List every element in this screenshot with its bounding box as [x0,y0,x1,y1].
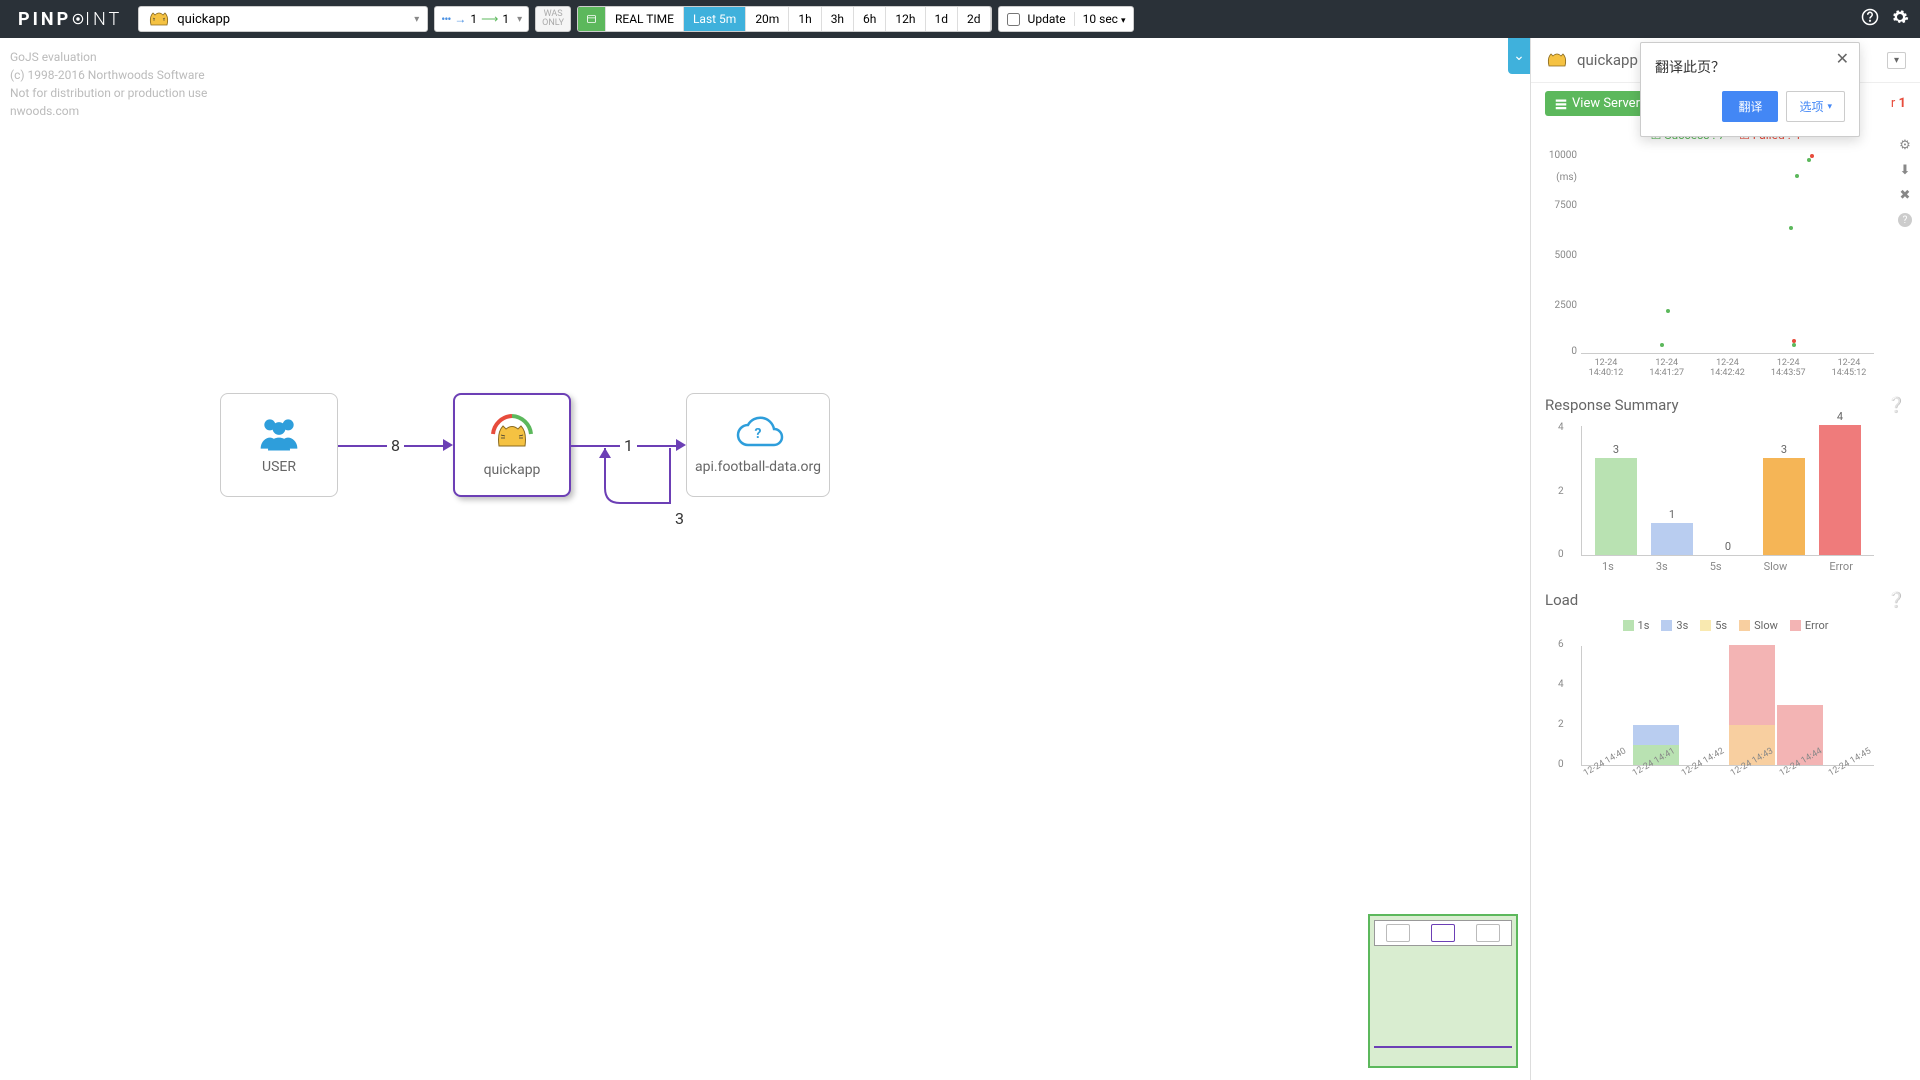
app-selector[interactable]: quickapp [138,6,428,32]
edge-self-loop: 3 [575,448,695,538]
settings-icon[interactable]: ⚙ [1899,138,1911,153]
expand-icon[interactable]: ✖ [1900,188,1911,203]
sidebar-collapse-toggle[interactable]: ⌄ [1508,38,1530,74]
dots-icon: ••• [441,12,450,26]
load-stacked-chart[interactable]: 0 2 4 6 [1581,646,1874,766]
top-header: PINPINT quickapp ••• → 1 ⟶ 1 ▾ WASONLY R… [0,0,1920,38]
filter-in-value: 1 [470,12,477,26]
bar-5s: 0 [1707,540,1749,555]
topology-diagram: USER 8 quickapp 1 ? api. [220,393,830,497]
node-external-api[interactable]: ? api.football-data.org [686,393,830,497]
server-map-canvas[interactable]: GoJS evaluation(c) 1998-2016 Northwoods … [0,38,1530,1080]
update-label: Update [1028,12,1066,26]
legend-error[interactable]: Error [1790,619,1829,632]
response-scatter-chart[interactable]: 10000 (ms) 7500 5000 2500 0 [1581,154,1874,354]
tomcat-app-icon [487,412,537,456]
gear-icon[interactable] [1888,8,1912,31]
close-icon[interactable]: ✕ [1836,49,1849,68]
main-area: GoJS evaluation(c) 1998-2016 Northwoods … [0,38,1920,1080]
filter-out-value: 1 [502,12,509,26]
logo: PINPINT [8,9,132,30]
arrow-out-icon: ⟶ [481,12,498,26]
help-dot-icon[interactable]: ? [1898,213,1912,227]
time-range-20m[interactable]: 20m [746,7,789,31]
node-user[interactable]: USER [220,393,338,497]
help-icon[interactable] [1858,8,1882,31]
eval-watermark: GoJS evaluation(c) 1998-2016 Northwoods … [10,48,207,120]
bar-x-axis: 1s 3s 5s Slow Error [1581,560,1874,573]
bar-1s: 3 [1595,443,1637,555]
was-only-toggle[interactable]: WASONLY [535,6,571,32]
auto-update: Update 10 sec ▾ [998,6,1135,32]
help-dot-icon[interactable]: ❔ [1887,396,1906,414]
cloud-icon: ? [732,415,784,453]
bar-error: 4 [1819,410,1861,555]
edge-count-8: 8 [387,436,404,455]
node-user-label: USER [262,459,296,475]
time-range-1h[interactable]: 1h [789,7,821,31]
response-summary-chart[interactable]: 0 2 4 3 1 0 3 4 [1581,426,1874,556]
edge-count-1: 1 [620,436,637,455]
bar-3s: 1 [1651,508,1693,555]
response-summary-header: Response Summary❔ [1531,386,1920,418]
load-header: Load❔ [1531,581,1920,613]
refresh-interval[interactable]: 10 sec ▾ [1074,12,1126,26]
tomcat-icon [1545,48,1569,72]
edge-count-3: 3 [675,509,684,528]
list-icon [1555,98,1567,110]
node-quickapp[interactable]: quickapp [453,393,571,497]
call-filter[interactable]: ••• → 1 ⟶ 1 ▾ [434,6,529,32]
sidebar-app-name: quickapp [1577,51,1638,69]
translate-popup: ✕ 翻译此页？ 翻译 选项 ▾ [1640,42,1860,137]
minimap-viewport [1374,920,1512,946]
time-range-6h[interactable]: 6h [854,7,886,31]
legend-1s[interactable]: 1s [1623,619,1650,632]
bar-slow: 3 [1763,443,1805,555]
download-icon[interactable]: ⬇ [1900,163,1911,178]
time-range-5m[interactable]: Last 5m [684,7,746,31]
time-range-12h[interactable]: 12h [886,7,925,31]
update-checkbox[interactable] [1007,13,1020,26]
sidebar-dropdown[interactable]: ▾ [1887,52,1906,69]
side-tool-strip: ⚙ ⬇ ✖ ? [1894,138,1916,227]
time-range-2d[interactable]: 2d [958,7,991,31]
users-icon [257,415,301,453]
chevron-down-icon: ▾ [517,14,522,25]
load-legend: 1s 3s 5s Slow Error [1531,619,1920,632]
svg-text:?: ? [755,426,762,442]
response-bar-box: 0 2 4 3 1 0 3 4 1s 3s 5s Slow Error [1531,418,1920,581]
legend-3s[interactable]: 3s [1661,619,1688,632]
time-range-1d[interactable]: 1d [926,7,959,31]
minimap[interactable] [1368,914,1518,1068]
error-indicator: r 1 [1891,96,1906,111]
edge-user-to-app: 8 [338,436,453,455]
translate-title: 翻译此页？ [1655,57,1845,77]
load-chart-box: 0 2 4 6 12-24 14:4 [1531,638,1920,810]
legend-slow[interactable]: Slow [1739,619,1778,632]
time-range-group: REAL TIME Last 5m 20m 1h 3h 6h 12h 1d 2d [577,6,992,32]
app-selector-label: quickapp [177,12,230,27]
translate-options-button[interactable]: 选项 ▾ [1786,91,1845,122]
help-dot-icon[interactable]: ❔ [1887,591,1906,609]
translate-button[interactable]: 翻译 [1722,91,1778,122]
node-ext-label: api.football-data.org [695,459,821,475]
calendar-icon[interactable] [578,7,606,31]
node-app-label: quickapp [484,462,541,478]
load-x-axis: 12-24 14:40 12-24 14:41 12-24 14:42 12-2… [1581,770,1874,780]
arrow-in-icon: → [454,12,466,26]
scatter-chart-box: 10000 (ms) 7500 5000 2500 0 12-24 14:40:… [1531,146,1920,386]
scatter-x-axis: 12-24 14:40:12 12-24 14:41:27 12-24 14:4… [1581,358,1874,378]
tomcat-icon [147,7,171,31]
sidebar: ⚙ ⬇ ✖ ? quickapp ▾ View Servers r 1 ☑ Su… [1530,38,1920,1080]
realtime-label[interactable]: REAL TIME [606,7,684,31]
time-range-3h[interactable]: 3h [822,7,854,31]
legend-5s[interactable]: 5s [1700,619,1727,632]
